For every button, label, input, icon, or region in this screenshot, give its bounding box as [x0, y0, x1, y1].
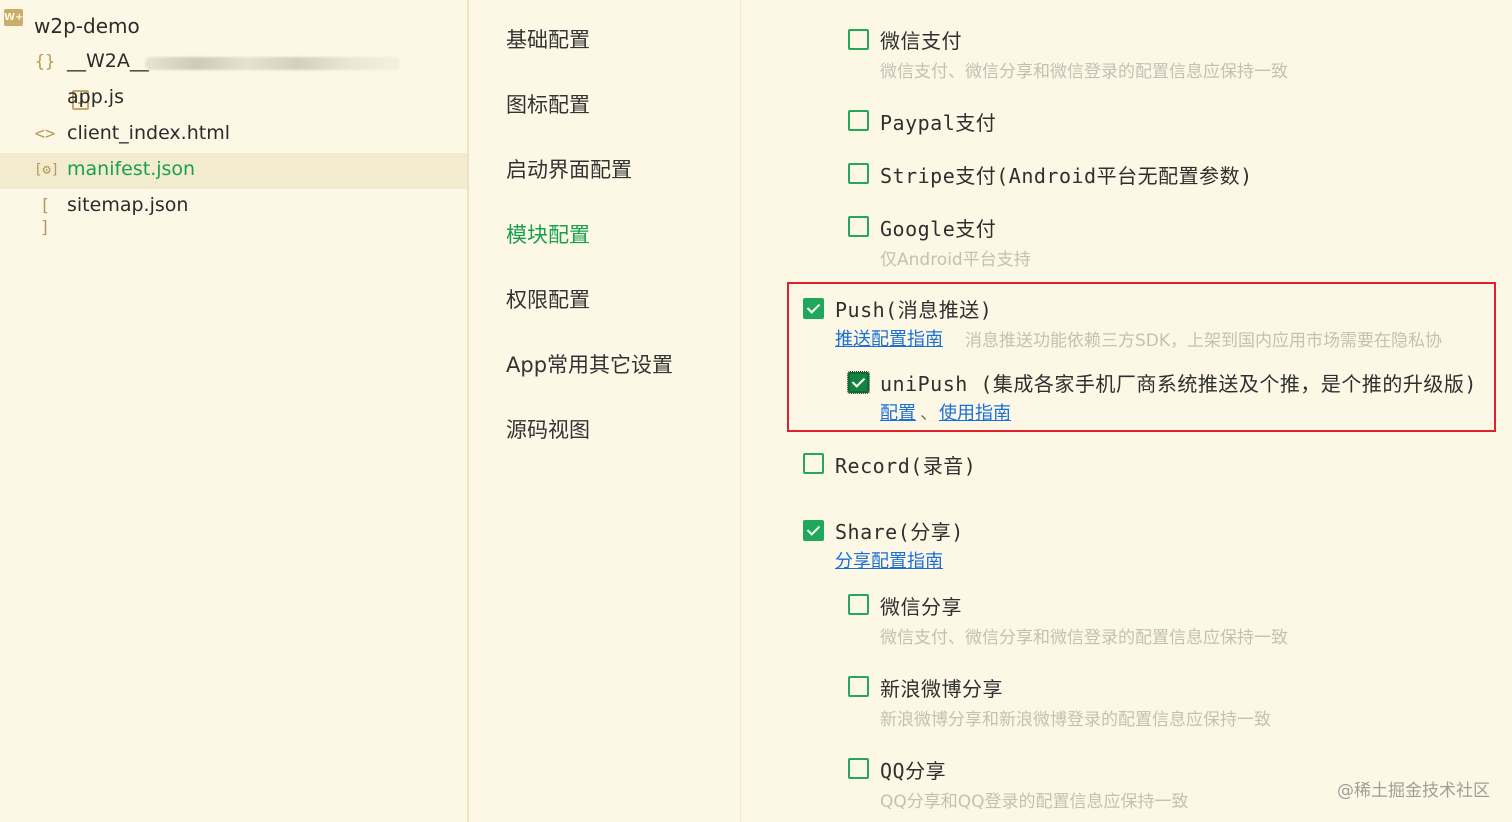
wechat-pay-checkbox[interactable] — [848, 29, 869, 50]
unipush-config-link[interactable]: 配置 — [880, 399, 916, 425]
share-guide-link[interactable]: 分享配置指南 — [835, 547, 943, 573]
wechat-share-desc: 微信支付、微信分享和微信登录的配置信息应保持一致 — [880, 628, 1288, 648]
qq-share-checkbox[interactable] — [848, 758, 869, 779]
weibo-share-checkbox[interactable] — [848, 676, 869, 697]
tree-item-w2a[interactable]: {} __W2A__ — [0, 45, 467, 81]
html-tag-icon: <> — [34, 124, 56, 144]
nav-permission-config[interactable]: 权限配置 — [506, 284, 590, 314]
link-separator: 、 — [920, 403, 938, 424]
stripe-pay-checkbox[interactable] — [848, 163, 869, 184]
config-nav: 基础配置 图标配置 启动界面配置 模块配置 权限配置 App常用其它设置 源码视… — [469, 0, 740, 822]
record-label: Record(录音) — [835, 454, 977, 478]
google-pay-label: Google支付 — [880, 217, 997, 241]
wechat-pay-label: 微信支付 — [880, 29, 962, 53]
brackets-icon: [ ] — [39, 196, 51, 238]
redacted-filename — [145, 57, 400, 70]
push-desc: 消息推送功能依赖三方SDK，上架到国内应用市场需要在隐私协 — [965, 331, 1443, 351]
tree-item-label: app.js — [67, 86, 124, 108]
push-checkbox[interactable] — [803, 298, 824, 319]
tree-root-label: w2p-demo — [34, 14, 140, 38]
unipush-label: uniPush (集成各家手机厂商系统推送及个推，是个推的升级版) — [880, 372, 1477, 396]
wechat-pay-desc: 微信支付、微信分享和微信登录的配置信息应保持一致 — [880, 62, 1288, 82]
nav-source-view[interactable]: 源码视图 — [506, 414, 590, 444]
tree-item-app-js[interactable]: app.js — [0, 81, 467, 117]
record-checkbox[interactable] — [803, 453, 824, 474]
paypal-pay-checkbox[interactable] — [848, 110, 869, 131]
file-tree: W+ w2p-demo {} __W2A__ app.js <> client_… — [0, 0, 467, 822]
panel-divider — [740, 0, 741, 822]
share-checkbox[interactable] — [803, 520, 824, 541]
nav-splash-config[interactable]: 启动界面配置 — [506, 154, 632, 184]
tree-item-sitemap[interactable]: [ ] sitemap.json — [0, 189, 467, 238]
js-file-icon — [34, 87, 89, 110]
weibo-share-label: 新浪微博分享 — [880, 677, 1003, 701]
weibo-share-desc: 新浪微博分享和新浪微博登录的配置信息应保持一致 — [880, 710, 1271, 730]
tree-item-label: client_index.html — [67, 122, 230, 144]
google-pay-checkbox[interactable] — [848, 216, 869, 237]
app-window: W+ w2p-demo {} __W2A__ app.js <> client_… — [0, 0, 1512, 822]
qq-share-desc: QQ分享和QQ登录的配置信息应保持一致 — [880, 792, 1189, 812]
project-icon: W+ — [4, 9, 23, 26]
watermark: @稀土掘金技术社区 — [1337, 781, 1490, 801]
stripe-pay-label: Stripe支付(Android平台无配置参数) — [880, 164, 1253, 188]
tree-item-label: sitemap.json — [67, 194, 189, 216]
tree-item-label: __W2A__ — [67, 50, 149, 72]
unipush-checkbox[interactable] — [847, 371, 870, 394]
gear-file-icon: [⚙] — [34, 162, 60, 178]
tree-item-label: manifest.json — [67, 158, 196, 180]
unipush-guide-link[interactable]: 使用指南 — [939, 399, 1011, 425]
google-pay-desc: 仅Android平台支持 — [880, 250, 1031, 270]
tree-item-manifest[interactable]: [⚙] manifest.json — [0, 153, 467, 189]
nav-icon-config[interactable]: 图标配置 — [506, 89, 590, 119]
braces-icon: {} — [34, 52, 56, 72]
nav-basic-config[interactable]: 基础配置 — [506, 24, 590, 54]
wechat-share-checkbox[interactable] — [848, 594, 869, 615]
share-label: Share(分享) — [835, 520, 964, 544]
wechat-share-label: 微信分享 — [880, 595, 962, 619]
push-guide-link[interactable]: 推送配置指南 — [835, 325, 943, 351]
push-label: Push(消息推送) — [835, 298, 993, 322]
nav-module-config[interactable]: 模块配置 — [506, 219, 590, 249]
tree-item-client-index[interactable]: <> client_index.html — [0, 117, 467, 153]
paypal-pay-label: Paypal支付 — [880, 111, 997, 135]
qq-share-label: QQ分享 — [880, 759, 947, 783]
nav-app-other-settings[interactable]: App常用其它设置 — [506, 349, 673, 379]
